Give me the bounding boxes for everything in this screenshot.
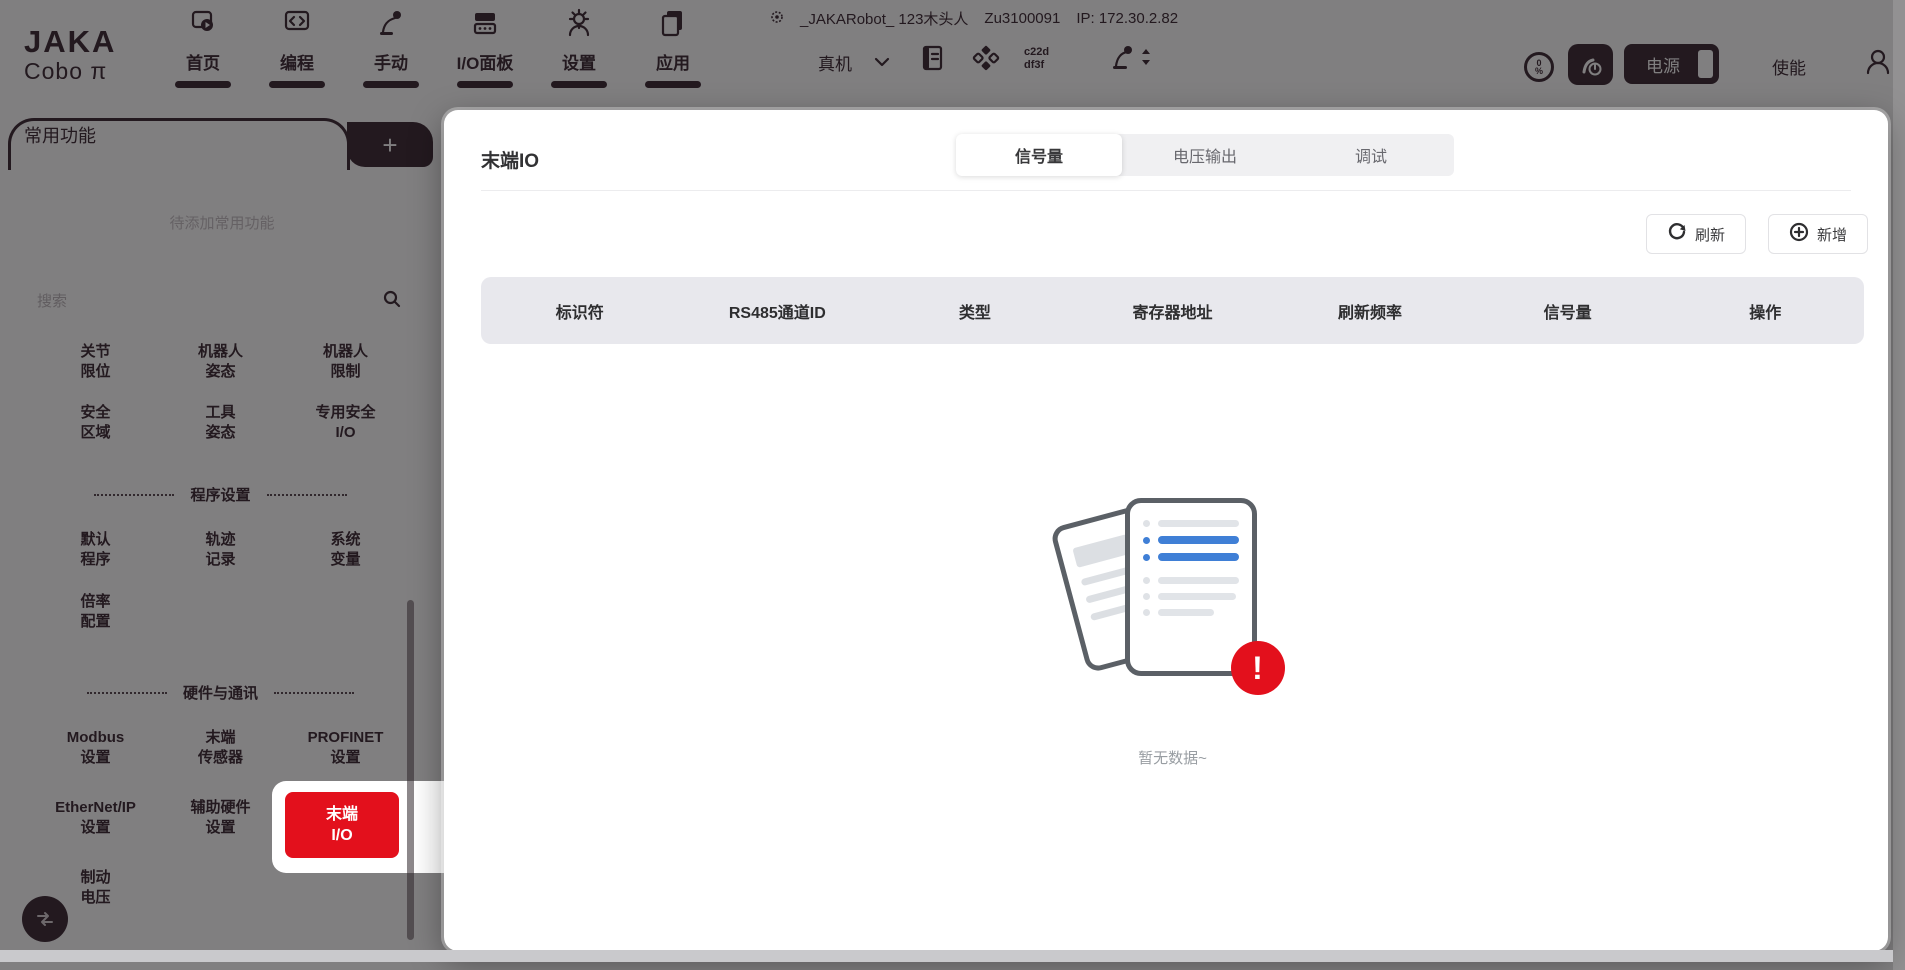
plus-circle-icon	[1789, 222, 1809, 246]
panel-tabs: 信号量 电压输出 调试	[956, 134, 1454, 176]
refresh-label: 刷新	[1694, 226, 1725, 244]
no-data-text: 暂无数据~	[1138, 750, 1207, 767]
table-header: 标识符 RS485通道ID 类型 寄存器地址 刷新频率 信号量 操作	[481, 277, 1864, 344]
empty-state: ! 暂无数据~	[481, 498, 1864, 768]
refresh-icon	[1667, 222, 1687, 246]
tab-debug[interactable]: 调试	[1288, 134, 1454, 176]
refresh-button[interactable]: 刷新	[1646, 214, 1746, 254]
sidebar-scrollbar-thumb[interactable]	[407, 600, 414, 940]
no-data-illustration: !	[1048, 498, 1285, 703]
col-actions: 操作	[1749, 304, 1782, 322]
end-io-label-line2: I/O	[331, 827, 353, 844]
col-type: 类型	[958, 304, 991, 322]
tab-signal[interactable]: 信号量	[956, 134, 1122, 176]
tab-voltage-output[interactable]: 电压输出	[1122, 134, 1288, 176]
horizontal-scrollbar[interactable]	[0, 950, 1893, 962]
add-label: 新增	[1816, 226, 1847, 244]
add-button[interactable]: 新增	[1768, 214, 1868, 254]
col-rs485-channel: RS485通道ID	[728, 304, 826, 322]
col-identifier: 标识符	[555, 304, 604, 322]
vertical-scrollbar[interactable]	[1893, 0, 1905, 970]
end-io-panel: 末端IO 信号量 电压输出 调试 刷新 新增 标识符 RS485通道ID 类型 …	[444, 110, 1888, 951]
app-window: JAKA Cobo π 首页 编程 手动 I/O面板	[0, 0, 1905, 970]
header-divider	[481, 190, 1851, 191]
col-register-address: 寄存器地址	[1132, 304, 1213, 322]
end-io-label-line1: 末端	[325, 806, 358, 823]
error-exclamation-icon: !	[1230, 641, 1285, 695]
sidebar-item-end-io-active[interactable]: 末端 I/O	[285, 792, 399, 858]
col-refresh-rate: 刷新频率	[1338, 304, 1403, 322]
page-title: 末端IO	[481, 151, 540, 172]
col-signal: 信号量	[1543, 304, 1592, 322]
